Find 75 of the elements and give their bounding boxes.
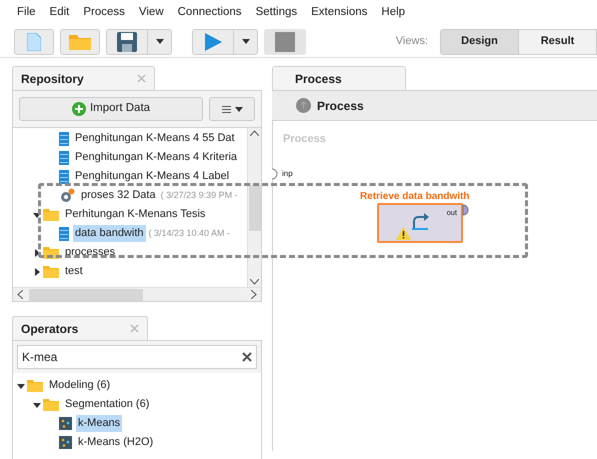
operator-icon xyxy=(59,436,72,449)
stop-button[interactable] xyxy=(264,28,306,54)
expand-arrow-icon[interactable] xyxy=(33,248,41,256)
clear-icon[interactable] xyxy=(242,352,252,362)
operator-title: Retrieve data bandwith xyxy=(360,190,470,204)
operator-icon xyxy=(59,417,72,430)
curved-arrow-icon xyxy=(411,213,431,231)
view-tab[interactable]: Result xyxy=(519,30,596,54)
menu-item[interactable]: Help xyxy=(381,4,406,22)
panel-tab[interactable]: Repository xyxy=(12,66,155,90)
up-icon[interactable] xyxy=(296,98,311,113)
scroll-right-icon[interactable] xyxy=(251,290,257,299)
scroll-up-icon[interactable] xyxy=(250,130,259,136)
horizontal-scrollbar[interactable] xyxy=(13,287,261,301)
process-tab[interactable]: Process xyxy=(272,66,406,90)
tree-item[interactable]: Penghitungan K-Means 4 55 Dat xyxy=(73,130,237,147)
table-icon xyxy=(59,150,69,164)
menu-item[interactable]: Edit xyxy=(50,4,70,22)
tree-item[interactable]: Segmentation (6) xyxy=(63,396,152,413)
gear-icon xyxy=(59,188,75,203)
tree-item[interactable]: proses 32 Data xyxy=(79,187,158,204)
scrollbar-thumb[interactable] xyxy=(29,288,143,300)
menu-item[interactable]: File xyxy=(17,4,36,22)
collapse-arrow-icon[interactable] xyxy=(33,400,41,408)
table-icon xyxy=(59,226,69,240)
scrollbar-thumb[interactable] xyxy=(248,184,260,230)
table-icon xyxy=(59,170,69,184)
collapse-arrow-icon[interactable] xyxy=(33,210,41,218)
caret-icon xyxy=(234,106,242,112)
tree-item[interactable]: Penghitungan K-Means 4 Kriteria xyxy=(73,149,240,166)
play-icon xyxy=(203,32,223,52)
menu-item[interactable]: Connections xyxy=(178,4,242,22)
menu-icon xyxy=(222,106,230,112)
tree-item[interactable]: data bandwith xyxy=(73,225,146,242)
folder-icon xyxy=(69,34,91,50)
panel-tab[interactable]: Operators xyxy=(12,316,148,340)
port-label: inp xyxy=(282,168,293,180)
stop-icon xyxy=(275,32,295,52)
folder-icon xyxy=(43,208,59,221)
menu-button[interactable] xyxy=(209,97,255,121)
menu-item[interactable]: Process xyxy=(83,4,125,22)
document-icon xyxy=(27,32,41,50)
item-date: ( 3/14/23 10:40 AM - xyxy=(148,226,230,240)
tree-item[interactable]: test xyxy=(63,263,85,280)
folder-icon xyxy=(27,379,43,392)
menu-item[interactable]: Settings xyxy=(256,4,298,22)
expand-arrow-icon[interactable] xyxy=(33,268,41,276)
item-date: ( 3/27/23 9:39 PM - xyxy=(160,188,238,202)
menu-item[interactable]: View xyxy=(138,4,164,22)
menu-item[interactable]: Extensions xyxy=(311,4,368,22)
vertical-scrollbar[interactable] xyxy=(247,128,261,287)
collapse-arrow-icon[interactable] xyxy=(17,382,25,390)
search-input[interactable]: K-mea xyxy=(22,348,242,366)
output-port-icon[interactable] xyxy=(462,204,470,216)
scroll-left-icon[interactable] xyxy=(17,290,23,299)
plus-icon xyxy=(72,102,86,116)
tree-item[interactable]: k-Means (H2O) xyxy=(76,434,156,451)
folder-icon xyxy=(43,398,59,411)
import-data-button[interactable]: Import Data xyxy=(19,97,203,121)
input-port-icon[interactable] xyxy=(272,168,279,180)
canvas-title: Process xyxy=(283,132,326,147)
tree-item[interactable]: Penghitungan K-Means 4 Label xyxy=(73,168,232,185)
table-icon xyxy=(59,132,69,146)
views-label: Views: xyxy=(396,34,428,50)
tree-item[interactable]: Modeling (6) xyxy=(47,377,112,394)
folder-icon xyxy=(43,265,59,278)
caret-icon xyxy=(242,39,250,44)
caret-icon xyxy=(156,39,164,44)
tree-item[interactable]: k-Means xyxy=(76,415,122,432)
view-tab[interactable]: Design xyxy=(441,30,519,54)
tree-item[interactable]: processes xyxy=(63,244,118,261)
tree-item[interactable]: Perhitungan K-Menans Tesis xyxy=(63,206,208,223)
scroll-down-icon[interactable] xyxy=(250,279,259,285)
breadcrumb-link[interactable]: Process xyxy=(317,96,364,114)
search-field[interactable]: K-mea xyxy=(17,345,257,369)
